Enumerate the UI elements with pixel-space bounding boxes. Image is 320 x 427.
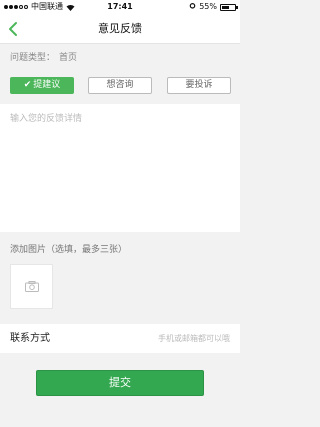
status-right: 55%	[189, 0, 238, 14]
battery-icon	[220, 3, 238, 11]
page-title: 意见反馈	[98, 22, 142, 35]
tab-inquiry[interactable]: 想咨询	[88, 77, 152, 94]
feedback-page: 中国联通 17:41 55% 意见反馈 问题类型： 首页 ✔ 提建议 想咨询 要…	[0, 0, 240, 427]
check-icon: ✔	[23, 80, 32, 90]
tab-suggestion[interactable]: ✔ 提建议	[10, 77, 74, 94]
nav-bar: 意见反馈	[0, 14, 240, 44]
status-bar: 中国联通 17:41 55%	[0, 0, 240, 14]
tab-suggestion-label: 提建议	[33, 80, 61, 90]
tab-complaint[interactable]: 要投诉	[167, 77, 231, 94]
submit-button[interactable]: 提交	[36, 370, 204, 396]
issue-type-label: 问题类型：	[10, 53, 56, 63]
add-image-button[interactable]	[10, 264, 53, 309]
feedback-detail-input[interactable]	[0, 104, 240, 232]
camera-icon	[24, 281, 39, 292]
add-image-label: 添加图片（选填，最多三张）	[10, 245, 128, 255]
contact-row: 联系方式	[0, 324, 240, 353]
contact-label: 联系方式	[10, 333, 50, 344]
issue-type-row: 问题类型： 首页	[10, 50, 77, 66]
alarm-clock-icon	[189, 0, 196, 14]
feedback-detail-box	[0, 104, 240, 232]
tab-complaint-label: 要投诉	[185, 80, 213, 90]
feedback-type-tabs: ✔ 提建议 想咨询 要投诉	[10, 77, 231, 94]
contact-input[interactable]	[110, 330, 230, 347]
battery-percent: 55%	[199, 2, 217, 11]
tab-inquiry-label: 想咨询	[106, 80, 134, 90]
issue-type-value: 首页	[59, 53, 78, 63]
